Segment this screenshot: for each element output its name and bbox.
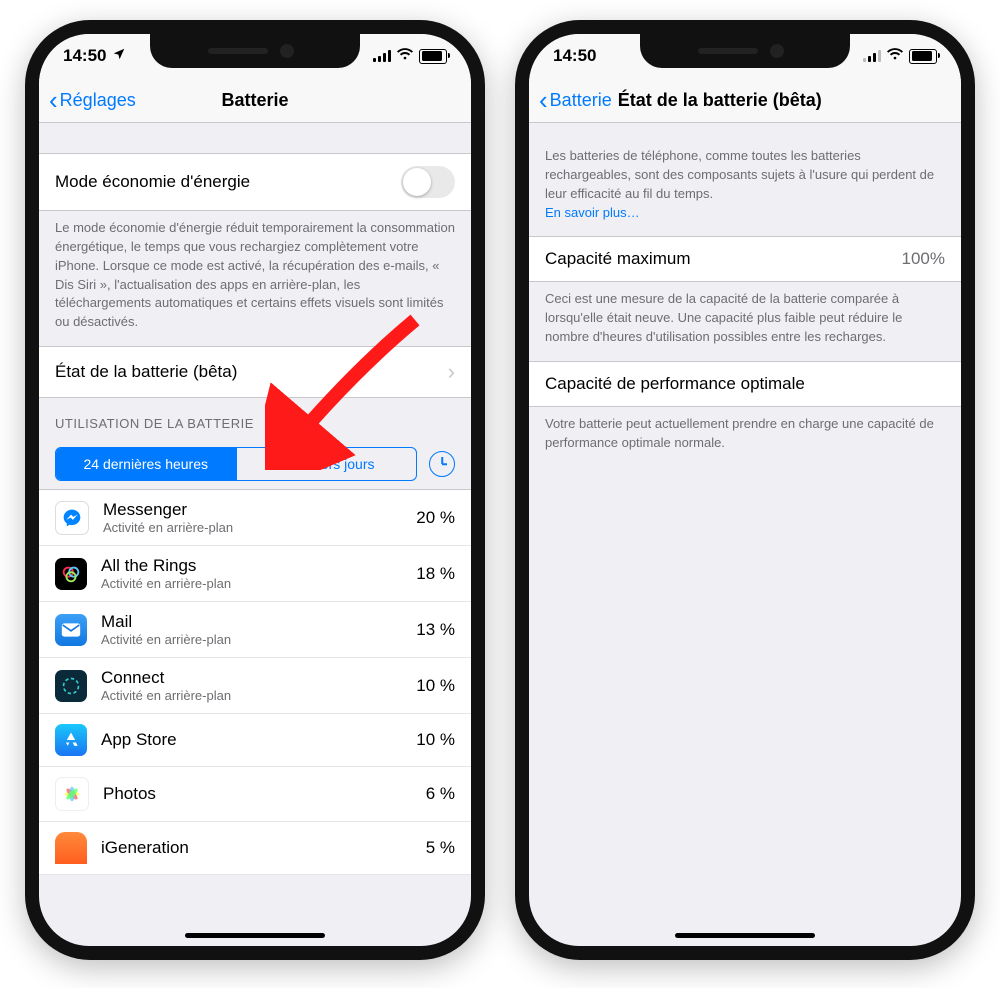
signal-icon [863, 50, 881, 62]
app-icon [55, 558, 87, 590]
app-name: Connect [101, 668, 416, 688]
app-icon [55, 670, 87, 702]
low-power-description: Le mode économie d'énergie réduit tempor… [39, 211, 471, 346]
nav-bar: ‹ Batterie État de la batterie (bêta) [529, 78, 961, 123]
app-icon [55, 501, 89, 535]
low-power-label: Mode économie d'énergie [55, 172, 250, 192]
app-name: Mail [101, 612, 416, 632]
phone-mockup-battery-health: 14:50 ‹ Batterie État de la batterie (bê… [515, 20, 975, 960]
back-button[interactable]: ‹ Batterie [529, 87, 612, 113]
max-capacity-label: Capacité maximum [545, 249, 691, 269]
chevron-right-icon: › [448, 359, 455, 385]
app-name: Photos [103, 784, 426, 804]
notch [640, 34, 850, 68]
app-usage-list: MessengerActivité en arrière-plan20 %All… [39, 489, 471, 875]
app-subtitle: Activité en arrière-plan [101, 688, 416, 703]
wifi-icon [886, 46, 904, 66]
chevron-left-icon: ‹ [49, 87, 58, 113]
wifi-icon [396, 46, 414, 66]
content[interactable]: Mode économie d'énergie Le mode économie… [39, 123, 471, 946]
battery-icon [909, 49, 937, 64]
notch [150, 34, 360, 68]
app-usage-row[interactable]: App Store10 % [39, 714, 471, 767]
app-name: iGeneration [101, 838, 426, 858]
signal-icon [373, 50, 391, 62]
app-icon [55, 614, 87, 646]
app-subtitle: Activité en arrière-plan [101, 632, 416, 647]
app-subtitle: Activité en arrière-plan [101, 576, 416, 591]
low-power-mode-cell[interactable]: Mode économie d'énergie [39, 153, 471, 211]
app-usage-row[interactable]: Photos6 % [39, 767, 471, 822]
peak-performance-cell: Capacité de performance optimale [529, 361, 961, 407]
app-percentage: 18 % [416, 564, 455, 584]
battery-intro: Les batteries de téléphone, comme toutes… [529, 123, 961, 236]
app-subtitle: Activité en arrière-plan [103, 520, 416, 535]
screen: 14:50 ‹ Batterie État de la batterie (bê… [529, 34, 961, 946]
back-button[interactable]: ‹ Réglages [39, 87, 136, 113]
app-usage-row[interactable]: All the RingsActivité en arrière-plan18 … [39, 546, 471, 602]
app-percentage: 6 % [426, 784, 455, 804]
clock-icon[interactable] [429, 451, 455, 477]
peak-performance-label: Capacité de performance optimale [545, 374, 805, 394]
status-time: 14:50 [63, 46, 106, 66]
app-icon [55, 832, 87, 864]
battery-health-cell[interactable]: État de la batterie (bêta) › [39, 346, 471, 398]
usage-range-segmented[interactable]: 24 dernières heures 7 derniers jours [55, 447, 417, 481]
peak-performance-description: Votre batterie peut actuellement prendre… [529, 407, 961, 467]
app-icon [55, 777, 89, 811]
app-usage-row[interactable]: MailActivité en arrière-plan13 % [39, 602, 471, 658]
app-name: App Store [101, 730, 416, 750]
back-label: Batterie [550, 90, 612, 111]
app-usage-row[interactable]: ConnectActivité en arrière-plan10 % [39, 658, 471, 714]
home-indicator[interactable] [185, 933, 325, 938]
usage-header: UTILISATION DE LA BATTERIE [39, 398, 471, 439]
phone-mockup-battery: 14:50 ‹ Réglages Bat [25, 20, 485, 960]
learn-more-link[interactable]: En savoir plus… [545, 205, 640, 220]
segment-7d[interactable]: 7 derniers jours [236, 448, 417, 480]
app-percentage: 10 % [416, 676, 455, 696]
app-percentage: 5 % [426, 838, 455, 858]
app-usage-row[interactable]: MessengerActivité en arrière-plan20 % [39, 489, 471, 546]
chevron-left-icon: ‹ [539, 87, 548, 113]
max-capacity-cell: Capacité maximum 100% [529, 236, 961, 282]
max-capacity-description: Ceci est une mesure de la capacité de la… [529, 282, 961, 361]
app-percentage: 20 % [416, 508, 455, 528]
status-time: 14:50 [553, 46, 596, 66]
app-name: All the Rings [101, 556, 416, 576]
app-name: Messenger [103, 500, 416, 520]
page-title: État de la batterie (bêta) [618, 90, 822, 111]
segment-24h[interactable]: 24 dernières heures [56, 448, 236, 480]
screen: 14:50 ‹ Réglages Bat [39, 34, 471, 946]
max-capacity-value: 100% [902, 249, 945, 269]
battery-intro-text: Les batteries de téléphone, comme toutes… [545, 148, 934, 201]
battery-health-label: État de la batterie (bêta) [55, 362, 237, 382]
home-indicator[interactable] [675, 933, 815, 938]
battery-icon [419, 49, 447, 64]
app-percentage: 10 % [416, 730, 455, 750]
low-power-toggle[interactable] [401, 166, 455, 198]
app-icon [55, 724, 87, 756]
app-usage-row[interactable]: iGeneration5 % [39, 822, 471, 875]
app-percentage: 13 % [416, 620, 455, 640]
location-icon [112, 46, 126, 66]
nav-bar: ‹ Réglages Batterie [39, 78, 471, 123]
content[interactable]: Les batteries de téléphone, comme toutes… [529, 123, 961, 946]
back-label: Réglages [60, 90, 136, 111]
